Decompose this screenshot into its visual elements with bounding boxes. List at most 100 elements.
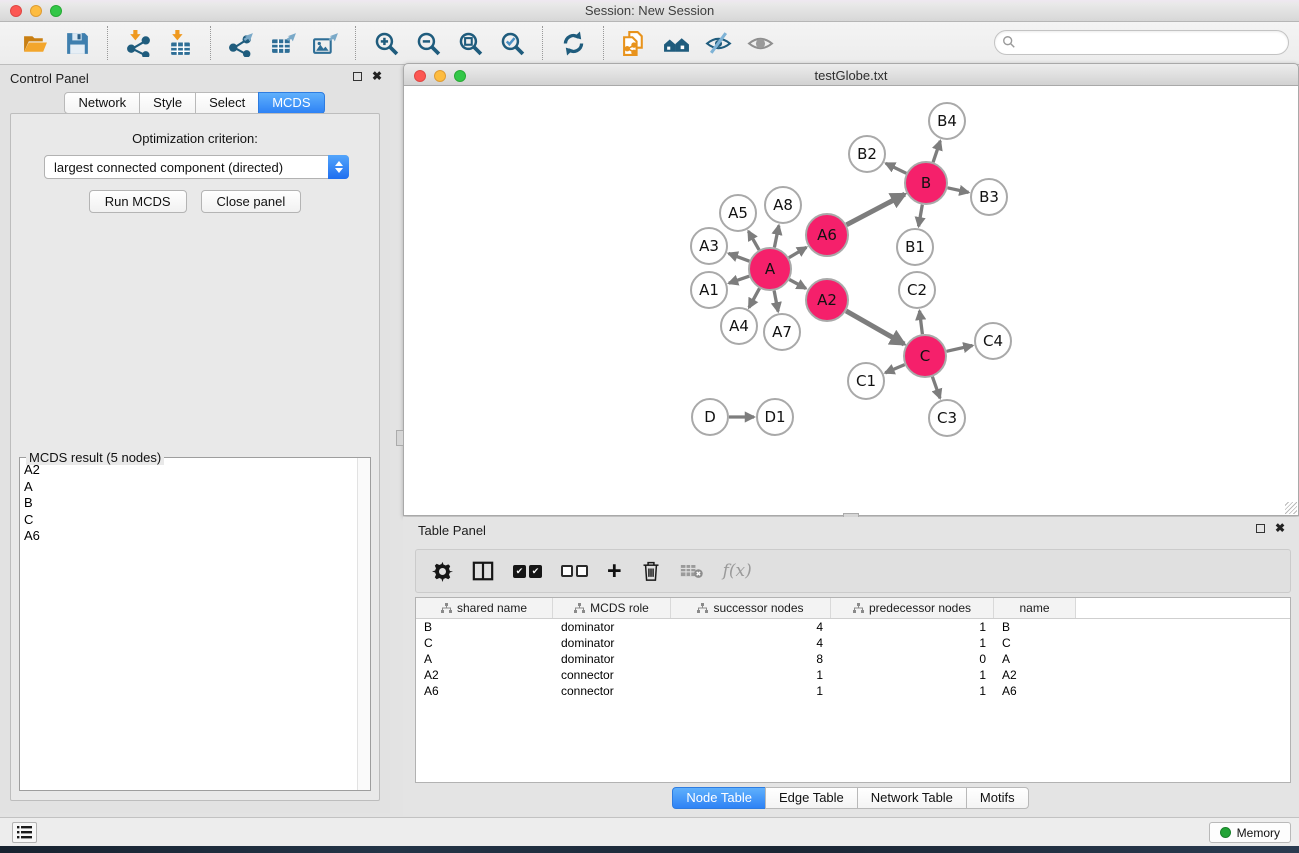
node-C[interactable]: C <box>904 335 946 377</box>
tab-motifs[interactable]: Motifs <box>966 787 1029 809</box>
table-row[interactable]: A2connector11A2 <box>416 667 1290 683</box>
mcds-result-list[interactable]: A2ABCA6 <box>20 460 357 790</box>
float-table-panel-icon[interactable] <box>1256 524 1265 533</box>
node-B2[interactable]: B2 <box>849 136 885 172</box>
edge-A6-B[interactable] <box>847 194 905 225</box>
edge-C-C1[interactable] <box>885 365 904 373</box>
save-session-button[interactable] <box>60 26 94 60</box>
column-header-shared-name[interactable]: shared name <box>416 598 553 618</box>
export-network-button[interactable] <box>224 26 258 60</box>
node-C4[interactable]: C4 <box>975 323 1011 359</box>
tab-network-table[interactable]: Network Table <box>857 787 967 809</box>
import-table-button[interactable] <box>163 26 197 60</box>
task-history-button[interactable] <box>12 822 37 843</box>
add-column-button[interactable]: + <box>607 561 622 581</box>
node-D[interactable]: D <box>692 399 728 435</box>
node-A5[interactable]: A5 <box>720 195 756 231</box>
run-mcds-button[interactable]: Run MCDS <box>89 190 187 213</box>
delete-table-button[interactable] <box>680 562 704 580</box>
show-hide-graphics-details-button[interactable] <box>701 26 735 60</box>
edge-A2-C[interactable] <box>846 311 904 344</box>
column-header-predecessor-nodes[interactable]: predecessor nodes <box>831 598 994 618</box>
close-panel-icon[interactable]: ✖ <box>372 71 382 82</box>
refresh-layout-button[interactable] <box>556 26 590 60</box>
column-header-successor-nodes[interactable]: successor nodes <box>671 598 831 618</box>
tab-style[interactable]: Style <box>139 92 196 114</box>
network-graph[interactable]: AA1A2A3A4A5A6A7A8BB1B2B3B4CC1C2C3C4DD1 <box>404 86 1298 514</box>
clone-network-button[interactable] <box>617 26 651 60</box>
toggle-bird-eye-view-button[interactable] <box>743 26 777 60</box>
node-A7[interactable]: A7 <box>764 314 800 350</box>
node-A6[interactable]: A6 <box>806 214 848 256</box>
import-network-button[interactable] <box>121 26 155 60</box>
node-D1[interactable]: D1 <box>757 399 793 435</box>
edge-A-A1[interactable] <box>729 276 749 283</box>
node-C1[interactable]: C1 <box>848 363 884 399</box>
edge-A-A5[interactable] <box>748 231 759 250</box>
edge-A-A2[interactable] <box>789 280 806 289</box>
tab-mcds[interactable]: MCDS <box>258 92 324 114</box>
select-all-rows-button[interactable]: ✔✔ <box>513 565 542 578</box>
open-in-cytoscape-button[interactable] <box>659 26 693 60</box>
result-item[interactable]: A <box>24 479 357 496</box>
edge-B-B2[interactable] <box>886 163 907 173</box>
edge-C-C2[interactable] <box>920 311 923 334</box>
node-A4[interactable]: A4 <box>721 308 757 344</box>
network-canvas[interactable]: AA1A2A3A4A5A6A7A8BB1B2B3B4CC1C2C3C4DD1 <box>403 86 1299 516</box>
open-file-button[interactable] <box>18 26 52 60</box>
edge-B-B4[interactable] <box>933 141 940 162</box>
table-settings-button[interactable] <box>432 561 453 582</box>
zoom-out-button[interactable] <box>411 26 445 60</box>
criterion-select[interactable]: largest connected component (directed) <box>44 155 349 179</box>
edge-A-A8[interactable] <box>774 226 778 248</box>
search-input[interactable] <box>994 30 1289 55</box>
edge-A-A6[interactable] <box>789 247 807 257</box>
memory-button[interactable]: Memory <box>1209 822 1291 843</box>
edge-A-A7[interactable] <box>774 291 778 312</box>
deselect-all-rows-button[interactable] <box>561 565 588 577</box>
tab-edge-table[interactable]: Edge Table <box>765 787 858 809</box>
tab-network[interactable]: Network <box>64 92 140 114</box>
node-A[interactable]: A <box>749 248 791 290</box>
node-A3[interactable]: A3 <box>691 228 727 264</box>
table-row[interactable]: A6connector11A6 <box>416 683 1290 699</box>
edge-C-C4[interactable] <box>947 346 973 352</box>
edge-B-B1[interactable] <box>919 205 923 227</box>
result-item[interactable]: A2 <box>24 462 357 479</box>
result-scrollbar[interactable] <box>357 458 370 790</box>
export-image-button[interactable] <box>308 26 342 60</box>
table-row[interactable]: Cdominator41C <box>416 635 1290 651</box>
node-A2[interactable]: A2 <box>806 279 848 321</box>
apply-function-button[interactable]: f(x) <box>723 561 752 581</box>
node-B3[interactable]: B3 <box>971 179 1007 215</box>
delete-columns-button[interactable] <box>641 560 661 582</box>
edge-A-A3[interactable] <box>729 253 750 261</box>
split-table-view-button[interactable] <box>472 560 494 582</box>
result-item[interactable]: B <box>24 495 357 512</box>
float-panel-icon[interactable] <box>353 72 362 81</box>
node-B[interactable]: B <box>905 162 947 204</box>
edge-A-A4[interactable] <box>749 288 760 307</box>
edge-C-C3[interactable] <box>932 377 940 399</box>
node-C3[interactable]: C3 <box>929 400 965 436</box>
node-C2[interactable]: C2 <box>899 272 935 308</box>
zoom-selected-button[interactable] <box>495 26 529 60</box>
node-A8[interactable]: A8 <box>765 187 801 223</box>
export-table-button[interactable] <box>266 26 300 60</box>
node-A1[interactable]: A1 <box>691 272 727 308</box>
node-B4[interactable]: B4 <box>929 103 965 139</box>
column-header-name[interactable]: name <box>994 598 1076 618</box>
column-header-mcds-role[interactable]: MCDS role <box>553 598 671 618</box>
close-panel-button[interactable]: Close panel <box>201 190 302 213</box>
table-row[interactable]: Bdominator41B <box>416 619 1290 635</box>
table-row[interactable]: Adominator80A <box>416 651 1290 667</box>
tab-select[interactable]: Select <box>195 92 259 114</box>
tab-node-table[interactable]: Node Table <box>672 787 766 809</box>
close-table-panel-icon[interactable]: ✖ <box>1275 523 1285 534</box>
result-item[interactable]: C <box>24 512 357 529</box>
network-window-titlebar[interactable]: testGlobe.txt <box>403 63 1299 86</box>
result-item[interactable]: A6 <box>24 528 357 545</box>
zoom-fit-button[interactable] <box>453 26 487 60</box>
edge-B-B3[interactable] <box>948 188 969 193</box>
zoom-in-button[interactable] <box>369 26 403 60</box>
